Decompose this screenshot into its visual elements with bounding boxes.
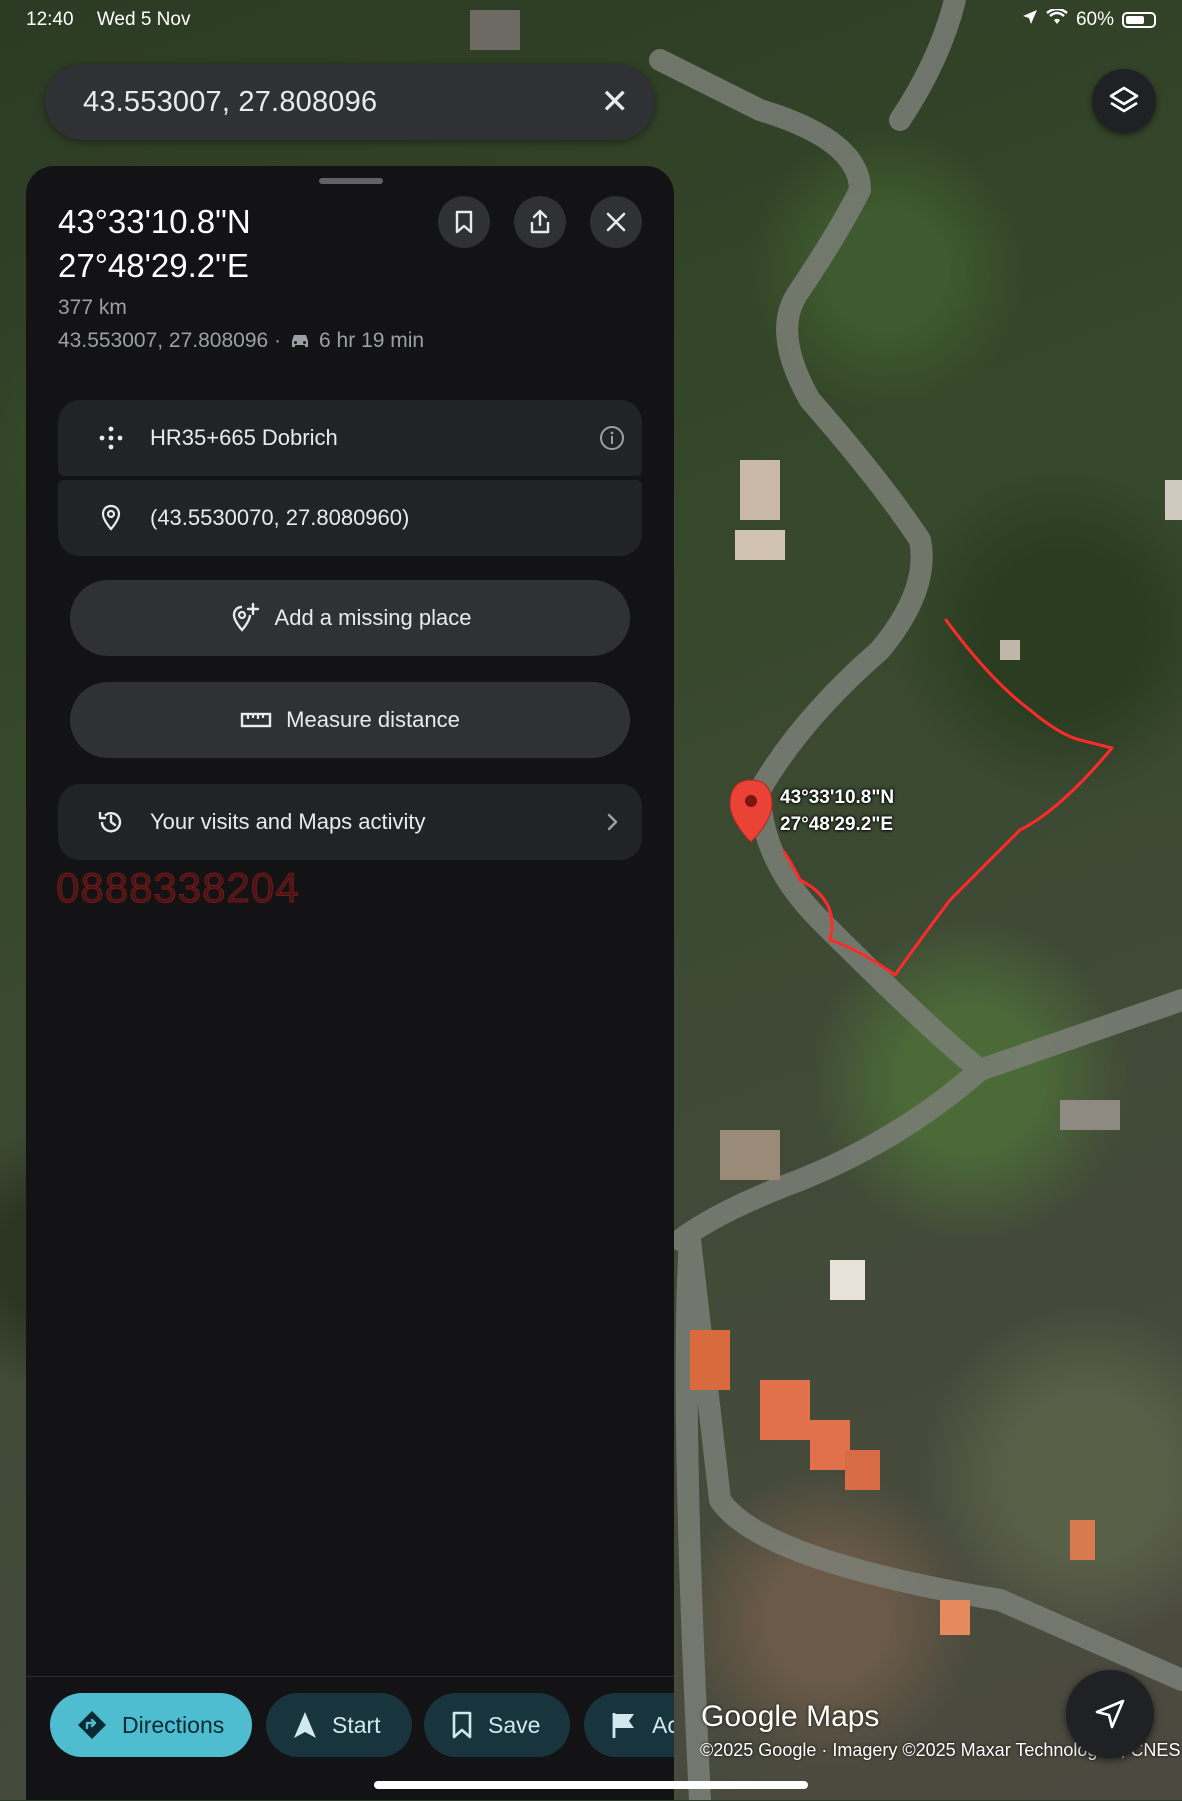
phone-number-watermark: 0888338204 [56,864,300,912]
add-missing-place-label: Add a missing place [274,605,472,630]
building [845,1450,880,1490]
close-icon [606,212,626,232]
close-panel-button[interactable] [590,196,642,248]
share-button[interactable] [514,196,566,248]
distance-text: 377 km [58,296,127,319]
plus-code-row[interactable]: HR35+665 Dobrich [58,400,642,476]
place-title-lng: 27°48'29.2"E [58,247,249,284]
building [1070,1520,1095,1560]
share-icon [530,209,550,234]
add-label-label: Ac [652,1711,674,1738]
building [690,1330,730,1390]
plus-code-icon [94,425,128,451]
building [720,1130,780,1180]
building [740,460,780,520]
measure-distance-button[interactable]: Measure distance [70,682,630,758]
visits-activity-label: Your visits and Maps activity [150,809,426,834]
status-date: Wed 5 Nov [96,9,191,30]
bookmark-outline-icon [452,1711,472,1739]
battery-icon [1122,12,1156,28]
save-place-button[interactable] [438,196,490,248]
measure-distance-label: Measure distance [286,707,460,732]
visits-activity-row[interactable]: Your visits and Maps activity [58,784,642,860]
google-maps-logo: Google Maps [701,1700,880,1733]
drive-time: 6 hr 19 min [319,329,425,352]
save-label: Save [488,1711,541,1738]
building [830,1260,865,1300]
search-query[interactable]: 43.553007, 27.808096 [83,86,601,119]
location-arrow-icon [1022,9,1038,31]
pin-label-lat: 43°33'10.8"N [780,787,895,808]
navigation-icon [1095,1699,1125,1729]
place-title: 43°33'10.8"N 27°48'29.2"E [58,200,251,288]
flag-icon [612,1713,634,1738]
chevron-right-icon [582,812,642,832]
status-bar: 12:40 Wed 5 Nov 60% [26,7,1156,32]
building [1060,1100,1120,1130]
navigation-arrow-icon [294,1712,316,1738]
layers-button[interactable] [1092,69,1156,133]
layers-icon [1109,86,1139,113]
pin-label: 43°33'10.8"N 27°48'29.2"E [780,784,894,838]
directions-icon [78,1711,106,1739]
location-pin-icon [94,504,128,532]
place-title-lat: 43°33'10.8"N [58,203,251,240]
save-button[interactable]: Save [424,1693,570,1757]
directions-label: Directions [122,1711,225,1738]
add-label-button[interactable]: Ac [584,1693,674,1757]
wifi-icon [1046,7,1068,31]
plus-code-text: HR35+665 Dobrich [150,425,338,450]
building [810,1420,850,1470]
coords-text: 43.553007, 27.808096 · [58,329,282,352]
building [940,1600,970,1635]
start-label: Start [332,1711,381,1738]
pin-label-lng: 27°48'29.2"E [780,814,894,835]
precise-coords-text: (43.5530070, 27.8080960) [150,505,410,530]
building [1165,480,1182,520]
add-place-icon [232,602,259,632]
add-missing-place-button[interactable]: Add a missing place [70,580,630,656]
building [1000,640,1020,660]
place-panel: 43°33'10.8"N 27°48'29.2"E 377 km 43.5530… [26,166,674,1800]
history-icon [94,808,128,836]
info-icon[interactable] [582,425,642,451]
start-button[interactable]: Start [266,1693,412,1757]
coords-drive-line: 43.553007, 27.808096 · 6 hr 19 min [58,329,424,353]
ruler-icon [240,712,272,728]
car-icon [292,335,309,347]
bookmark-icon [455,210,473,234]
clear-search-icon[interactable]: ✕ [601,82,630,122]
status-time: 12:40 [26,9,74,30]
battery-percent: 60% [1075,9,1114,30]
drag-handle[interactable] [319,178,383,184]
my-location-button[interactable] [1066,1670,1154,1758]
building [735,530,785,560]
building [760,1380,810,1440]
coordinates-row[interactable]: (43.5530070, 27.8080960) [58,480,642,556]
directions-button[interactable]: Directions [50,1693,252,1757]
search-bar[interactable]: 43.553007, 27.808096 ✕ [45,64,655,140]
home-indicator[interactable] [374,1781,808,1789]
